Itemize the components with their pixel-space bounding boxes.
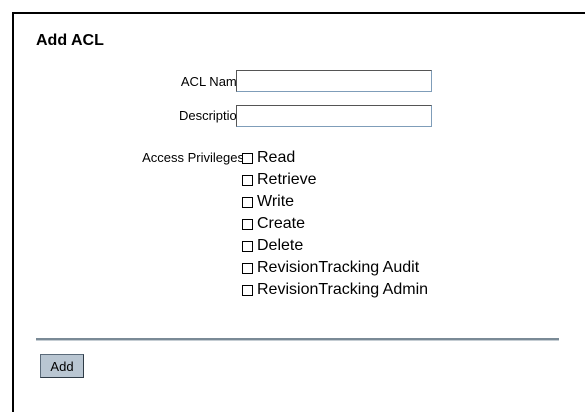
- privilege-delete[interactable]: Delete: [242, 235, 428, 257]
- write-label: Write: [257, 193, 295, 210]
- privilege-revisiontracking-audit[interactable]: RevisionTracking Audit: [242, 257, 428, 279]
- create-label: Create: [257, 215, 306, 232]
- delete-label: Delete: [257, 237, 304, 254]
- write-checkbox[interactable]: [242, 196, 253, 208]
- add-button[interactable]: Add: [40, 354, 84, 378]
- form-divider: [36, 338, 559, 341]
- acl-name-input[interactable]: [236, 70, 432, 92]
- revisiontracking-admin-label: RevisionTracking Admin: [257, 281, 429, 298]
- form-panel: Add ACL ACL Name Description Access Priv…: [12, 12, 585, 412]
- privilege-revisiontracking-admin[interactable]: RevisionTracking Admin: [242, 279, 428, 301]
- description-input[interactable]: [236, 105, 432, 127]
- revisiontracking-admin-checkbox[interactable]: [242, 284, 253, 296]
- delete-checkbox[interactable]: [242, 240, 253, 252]
- privileges-list: Read Retrieve Write Create Delete Revisi…: [242, 147, 428, 301]
- read-checkbox[interactable]: [242, 152, 253, 164]
- privilege-write[interactable]: Write: [242, 191, 428, 213]
- revisiontracking-audit-checkbox[interactable]: [242, 262, 253, 274]
- acl-name-label: ACL Name: [180, 74, 244, 89]
- description-label: Description: [178, 108, 244, 123]
- access-privileges-label: Access Privileges: [142, 150, 244, 165]
- privilege-create[interactable]: Create: [242, 213, 428, 235]
- retrieve-label: Retrieve: [257, 171, 317, 188]
- revisiontracking-audit-label: RevisionTracking Audit: [257, 259, 420, 276]
- privilege-retrieve[interactable]: Retrieve: [242, 169, 428, 191]
- read-label: Read: [257, 149, 296, 166]
- create-checkbox[interactable]: [242, 218, 253, 230]
- form-title: Add ACL: [36, 32, 104, 49]
- retrieve-checkbox[interactable]: [242, 174, 253, 186]
- privilege-read[interactable]: Read: [242, 147, 428, 169]
